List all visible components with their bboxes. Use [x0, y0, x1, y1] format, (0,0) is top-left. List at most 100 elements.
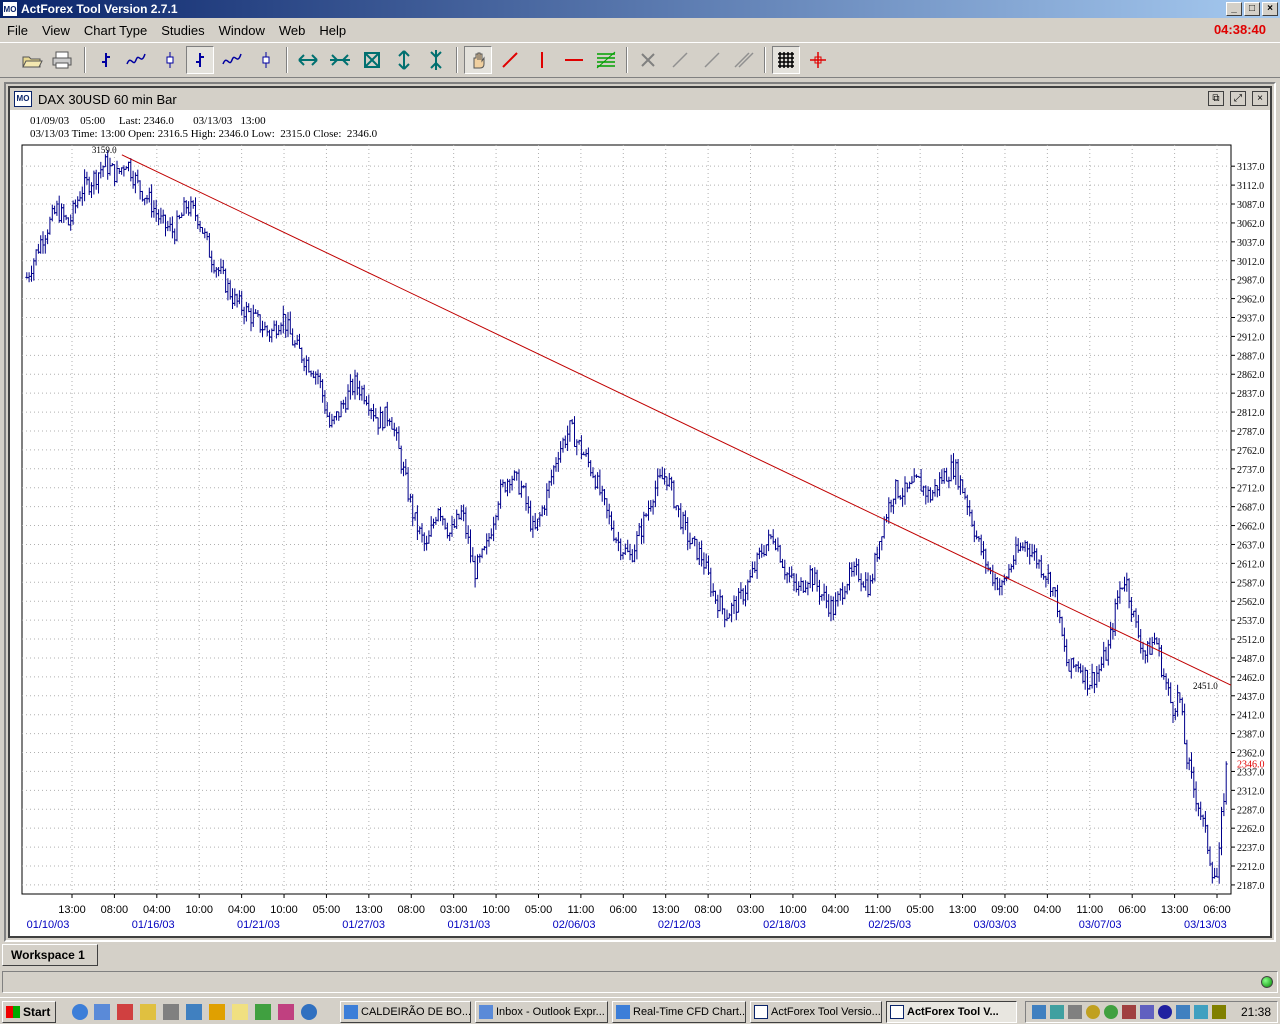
candlestick-icon[interactable]	[156, 46, 184, 74]
delete-icon[interactable]	[634, 46, 662, 74]
trendline-end-label: 2451.0	[1193, 681, 1218, 691]
task-label: ActForex Tool Versio...	[771, 1006, 881, 1018]
hand-icon[interactable]	[464, 46, 492, 74]
date-label: 02/18/03	[763, 919, 806, 931]
y-tick-label: 3037.0	[1237, 238, 1265, 249]
y-tick-label: 2962.0	[1237, 295, 1265, 306]
y-tick-label: 2237.0	[1237, 843, 1265, 854]
messenger-icon[interactable]	[301, 1004, 317, 1020]
media-icon[interactable]	[209, 1004, 225, 1020]
ie-icon	[616, 1005, 630, 1019]
y-tick-label: 2762.0	[1237, 446, 1265, 457]
menu-window[interactable]: Window	[212, 23, 272, 38]
vertical-line-icon[interactable]	[528, 46, 556, 74]
server-clock: 04:38:40	[1213, 22, 1266, 37]
task-realtime-cfd[interactable]: Real-Time CFD Chart...	[612, 1001, 746, 1023]
menu-web[interactable]: Web	[272, 23, 313, 38]
fibonacci-icon[interactable]	[592, 46, 620, 74]
x-tick-label: 03:00	[737, 904, 765, 916]
task-outlook[interactable]: Inbox - Outlook Expr...	[475, 1001, 608, 1023]
app-icon-tray[interactable]	[1158, 1005, 1172, 1019]
y-tick-label: 2312.0	[1237, 786, 1265, 797]
volume-icon[interactable]	[1068, 1005, 1082, 1019]
y-tick-label: 2737.0	[1237, 465, 1265, 476]
y-tick-label: 2862.0	[1237, 370, 1265, 381]
plot-area	[21, 144, 1232, 895]
date-label: 01/27/03	[342, 919, 385, 931]
bar-chart-icon[interactable]	[92, 46, 120, 74]
maximize-button[interactable]: □	[1244, 2, 1260, 16]
line-icon[interactable]	[666, 46, 694, 74]
toolbar-separator	[456, 47, 458, 73]
tools-icon[interactable]	[278, 1004, 294, 1020]
search-icon[interactable]	[140, 1004, 156, 1020]
network-icon[interactable]	[1032, 1005, 1046, 1019]
app-icon-tray[interactable]	[1212, 1005, 1226, 1019]
trendline-icon[interactable]	[496, 46, 524, 74]
menu-chart-type[interactable]: Chart Type	[77, 23, 154, 38]
zoom-horizontal-icon[interactable]	[326, 46, 354, 74]
menu-file[interactable]: File	[0, 23, 35, 38]
network-icon[interactable]	[1050, 1005, 1064, 1019]
x-tick-label: 13:00	[652, 904, 680, 916]
x-tick-label: 04:00	[822, 904, 850, 916]
y-tick-label: 2887.0	[1237, 351, 1265, 362]
app-title: ActForex Tool Version 2.7.1	[21, 2, 178, 16]
y-tick-label: 3062.0	[1237, 219, 1265, 230]
x-tick-label: 04:00	[228, 904, 256, 916]
y-tick-label: 2412.0	[1237, 711, 1265, 722]
y-tick-label: 2912.0	[1237, 332, 1265, 343]
display-icon[interactable]	[1176, 1005, 1190, 1019]
x-tick-label: 11:00	[568, 904, 595, 916]
grid-icon[interactable]	[772, 46, 800, 74]
menu-view[interactable]: View	[35, 23, 77, 38]
tab-workspace-1[interactable]: Workspace 1	[2, 944, 98, 966]
start-button[interactable]: Start	[2, 1001, 56, 1023]
start-label: Start	[23, 1005, 51, 1019]
price-chart[interactable]: 3137.0 3112.0 3087.0 3062.0 3037.0 3012.0 2987…	[10, 88, 1270, 936]
messenger-icon[interactable]	[1086, 1005, 1100, 1019]
notepad-icon[interactable]	[232, 1004, 248, 1020]
system-tray: 21:38	[1025, 1001, 1278, 1023]
x-tick-label: 13:00	[355, 904, 383, 916]
y-tick-label: 2812.0	[1237, 408, 1265, 419]
parallel-lines-icon[interactable]	[730, 46, 758, 74]
desktop-icon[interactable]	[186, 1004, 202, 1020]
y-tick-label: 3087.0	[1237, 200, 1265, 211]
crosshair-icon[interactable]	[804, 46, 832, 74]
calendar-icon[interactable]	[117, 1004, 133, 1020]
app-icon-tray[interactable]	[1104, 1005, 1118, 1019]
security-icon[interactable]	[1122, 1005, 1136, 1019]
bar-chart-icon[interactable]	[186, 46, 214, 74]
scroll-horizontal-icon[interactable]	[294, 46, 322, 74]
task-caldeirao[interactable]: CALDEIRÃO DE BO...	[340, 1001, 471, 1023]
candlestick-icon[interactable]	[252, 46, 280, 74]
app-icon-tray[interactable]	[1194, 1005, 1208, 1019]
menu-help[interactable]: Help	[312, 23, 353, 38]
task-actforex-2[interactable]: ActForex Tool V...	[886, 1001, 1017, 1023]
connection-status-icon	[1261, 976, 1273, 988]
app-icon-quicklaunch[interactable]	[163, 1004, 179, 1020]
monitor-icon[interactable]	[1140, 1005, 1154, 1019]
date-label: 02/25/03	[868, 919, 911, 931]
x-tick-label: 10:00	[482, 904, 510, 916]
horizontal-line-icon[interactable]	[560, 46, 588, 74]
line-chart-icon[interactable]	[122, 46, 150, 74]
outlook-icon[interactable]	[94, 1004, 110, 1020]
task-actforex-1[interactable]: ActForex Tool Versio...	[750, 1001, 882, 1023]
close-button[interactable]: ×	[1262, 2, 1278, 16]
open-folder-icon[interactable]	[18, 46, 46, 74]
date-label: 02/12/03	[658, 919, 701, 931]
y-tick-label: 3137.0	[1237, 162, 1265, 173]
minimize-button[interactable]: _	[1226, 2, 1242, 16]
x-tick-label: 06:00	[610, 904, 638, 916]
calculator-icon[interactable]	[255, 1004, 271, 1020]
zoom-vertical-icon[interactable]	[422, 46, 450, 74]
line-icon[interactable]	[698, 46, 726, 74]
print-icon[interactable]	[48, 46, 76, 74]
menu-studies[interactable]: Studies	[154, 23, 211, 38]
fit-icon[interactable]	[358, 46, 386, 74]
scroll-vertical-icon[interactable]	[390, 46, 418, 74]
ie-icon[interactable]	[72, 1004, 88, 1020]
line-chart-icon[interactable]	[218, 46, 246, 74]
